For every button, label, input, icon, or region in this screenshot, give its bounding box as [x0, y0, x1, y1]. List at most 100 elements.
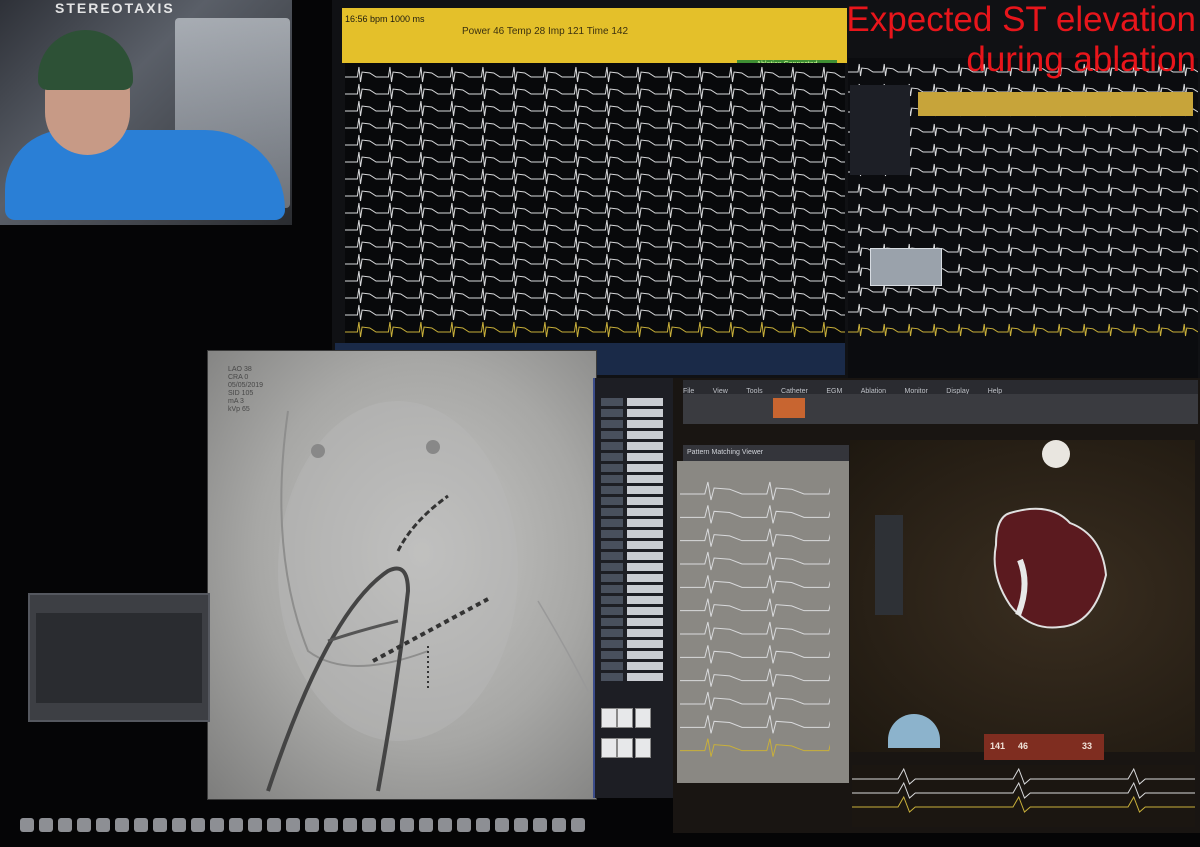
control-value[interactable] — [627, 508, 663, 516]
control-row[interactable] — [601, 530, 663, 540]
dock-app-icon[interactable] — [514, 818, 528, 832]
control-value[interactable] — [627, 453, 663, 461]
mapping-toolbar[interactable] — [683, 394, 1198, 424]
control-row[interactable] — [601, 607, 663, 617]
control-value[interactable] — [627, 585, 663, 593]
control-button[interactable] — [601, 708, 617, 728]
dock-app-icon[interactable] — [248, 818, 262, 832]
control-value[interactable] — [627, 552, 663, 560]
control-value[interactable] — [627, 486, 663, 494]
control-row[interactable] — [601, 409, 663, 419]
control-row[interactable] — [601, 475, 663, 485]
dock-app-icon[interactable] — [571, 818, 585, 832]
dock-app-icon[interactable] — [362, 818, 376, 832]
control-row[interactable] — [601, 673, 663, 683]
control-value[interactable] — [627, 651, 663, 659]
dock-app-icon[interactable] — [172, 818, 186, 832]
control-row[interactable] — [601, 618, 663, 628]
dock-app-icon[interactable] — [533, 818, 547, 832]
control-row[interactable] — [601, 585, 663, 595]
dock-app-icon[interactable] — [438, 818, 452, 832]
control-row[interactable] — [601, 596, 663, 606]
control-button[interactable] — [617, 738, 633, 758]
control-value[interactable] — [627, 398, 663, 406]
caliper-popup[interactable] — [870, 248, 942, 286]
dock-app-icon[interactable] — [419, 818, 433, 832]
dock-app-icon[interactable] — [153, 818, 167, 832]
channel-list[interactable] — [850, 85, 910, 175]
ecg-trace — [680, 621, 830, 641]
dock-app-icon[interactable] — [191, 818, 205, 832]
physician-gown — [5, 130, 285, 220]
control-row[interactable] — [601, 453, 663, 463]
control-row[interactable] — [601, 541, 663, 551]
control-value[interactable] — [627, 497, 663, 505]
dock-app-icon[interactable] — [210, 818, 224, 832]
dock-app-icon[interactable] — [495, 818, 509, 832]
dock-app-icon[interactable] — [457, 818, 471, 832]
control-row[interactable] — [601, 574, 663, 584]
dock-app-icon[interactable] — [343, 818, 357, 832]
control-value[interactable] — [627, 431, 663, 439]
control-row[interactable] — [601, 431, 663, 441]
control-value[interactable] — [627, 420, 663, 428]
control-value[interactable] — [627, 519, 663, 527]
control-row[interactable] — [601, 464, 663, 474]
control-row[interactable] — [601, 563, 663, 573]
control-row[interactable] — [601, 651, 663, 661]
record-button[interactable] — [773, 398, 805, 418]
control-value[interactable] — [627, 607, 663, 615]
control-row[interactable] — [601, 442, 663, 452]
control-row[interactable] — [601, 486, 663, 496]
map-slider[interactable] — [875, 515, 903, 615]
dock-app-icon[interactable] — [286, 818, 300, 832]
control-row[interactable] — [601, 662, 663, 672]
dock-app-icon[interactable] — [39, 818, 53, 832]
dock-app-icon[interactable] — [77, 818, 91, 832]
control-value[interactable] — [627, 640, 663, 648]
control-row[interactable] — [601, 508, 663, 518]
control-value[interactable] — [627, 574, 663, 582]
control-row[interactable] — [601, 398, 663, 408]
control-row[interactable] — [601, 629, 663, 639]
dock-app-icon[interactable] — [267, 818, 281, 832]
dock-app-icon[interactable] — [476, 818, 490, 832]
dock-app-icon[interactable] — [229, 818, 243, 832]
control-row[interactable] — [601, 420, 663, 430]
dock-app-icon[interactable] — [381, 818, 395, 832]
orientation-head-icon[interactable] — [1042, 440, 1070, 468]
control-value[interactable] — [627, 629, 663, 637]
control-row[interactable] — [601, 519, 663, 529]
control-value[interactable] — [627, 662, 663, 670]
control-value[interactable] — [627, 673, 663, 681]
map-bottom-traces — [852, 765, 1195, 827]
dock-app-icon[interactable] — [115, 818, 129, 832]
control-value[interactable] — [627, 409, 663, 417]
control-value[interactable] — [627, 618, 663, 626]
control-value[interactable] — [627, 563, 663, 571]
control-row[interactable] — [601, 552, 663, 562]
dock-app-icon[interactable] — [20, 818, 34, 832]
ecg-trace — [680, 645, 830, 664]
control-value[interactable] — [627, 541, 663, 549]
control-button[interactable] — [635, 738, 651, 758]
control-value[interactable] — [627, 442, 663, 450]
control-value[interactable] — [627, 464, 663, 472]
control-row[interactable] — [601, 640, 663, 650]
dock-app-icon[interactable] — [552, 818, 566, 832]
control-button[interactable] — [601, 738, 617, 758]
dock-app-icon[interactable] — [324, 818, 338, 832]
catheter-control-panel[interactable] — [593, 378, 675, 798]
control-button[interactable] — [617, 708, 633, 728]
dock-app-icon[interactable] — [400, 818, 414, 832]
control-value[interactable] — [627, 530, 663, 538]
dock-app-icon[interactable] — [134, 818, 148, 832]
control-button[interactable] — [635, 708, 651, 728]
control-row[interactable] — [601, 497, 663, 507]
dock-app-icon[interactable] — [96, 818, 110, 832]
application-dock[interactable] — [20, 812, 600, 842]
control-value[interactable] — [627, 475, 663, 483]
dock-app-icon[interactable] — [58, 818, 72, 832]
dock-app-icon[interactable] — [305, 818, 319, 832]
control-value[interactable] — [627, 596, 663, 604]
